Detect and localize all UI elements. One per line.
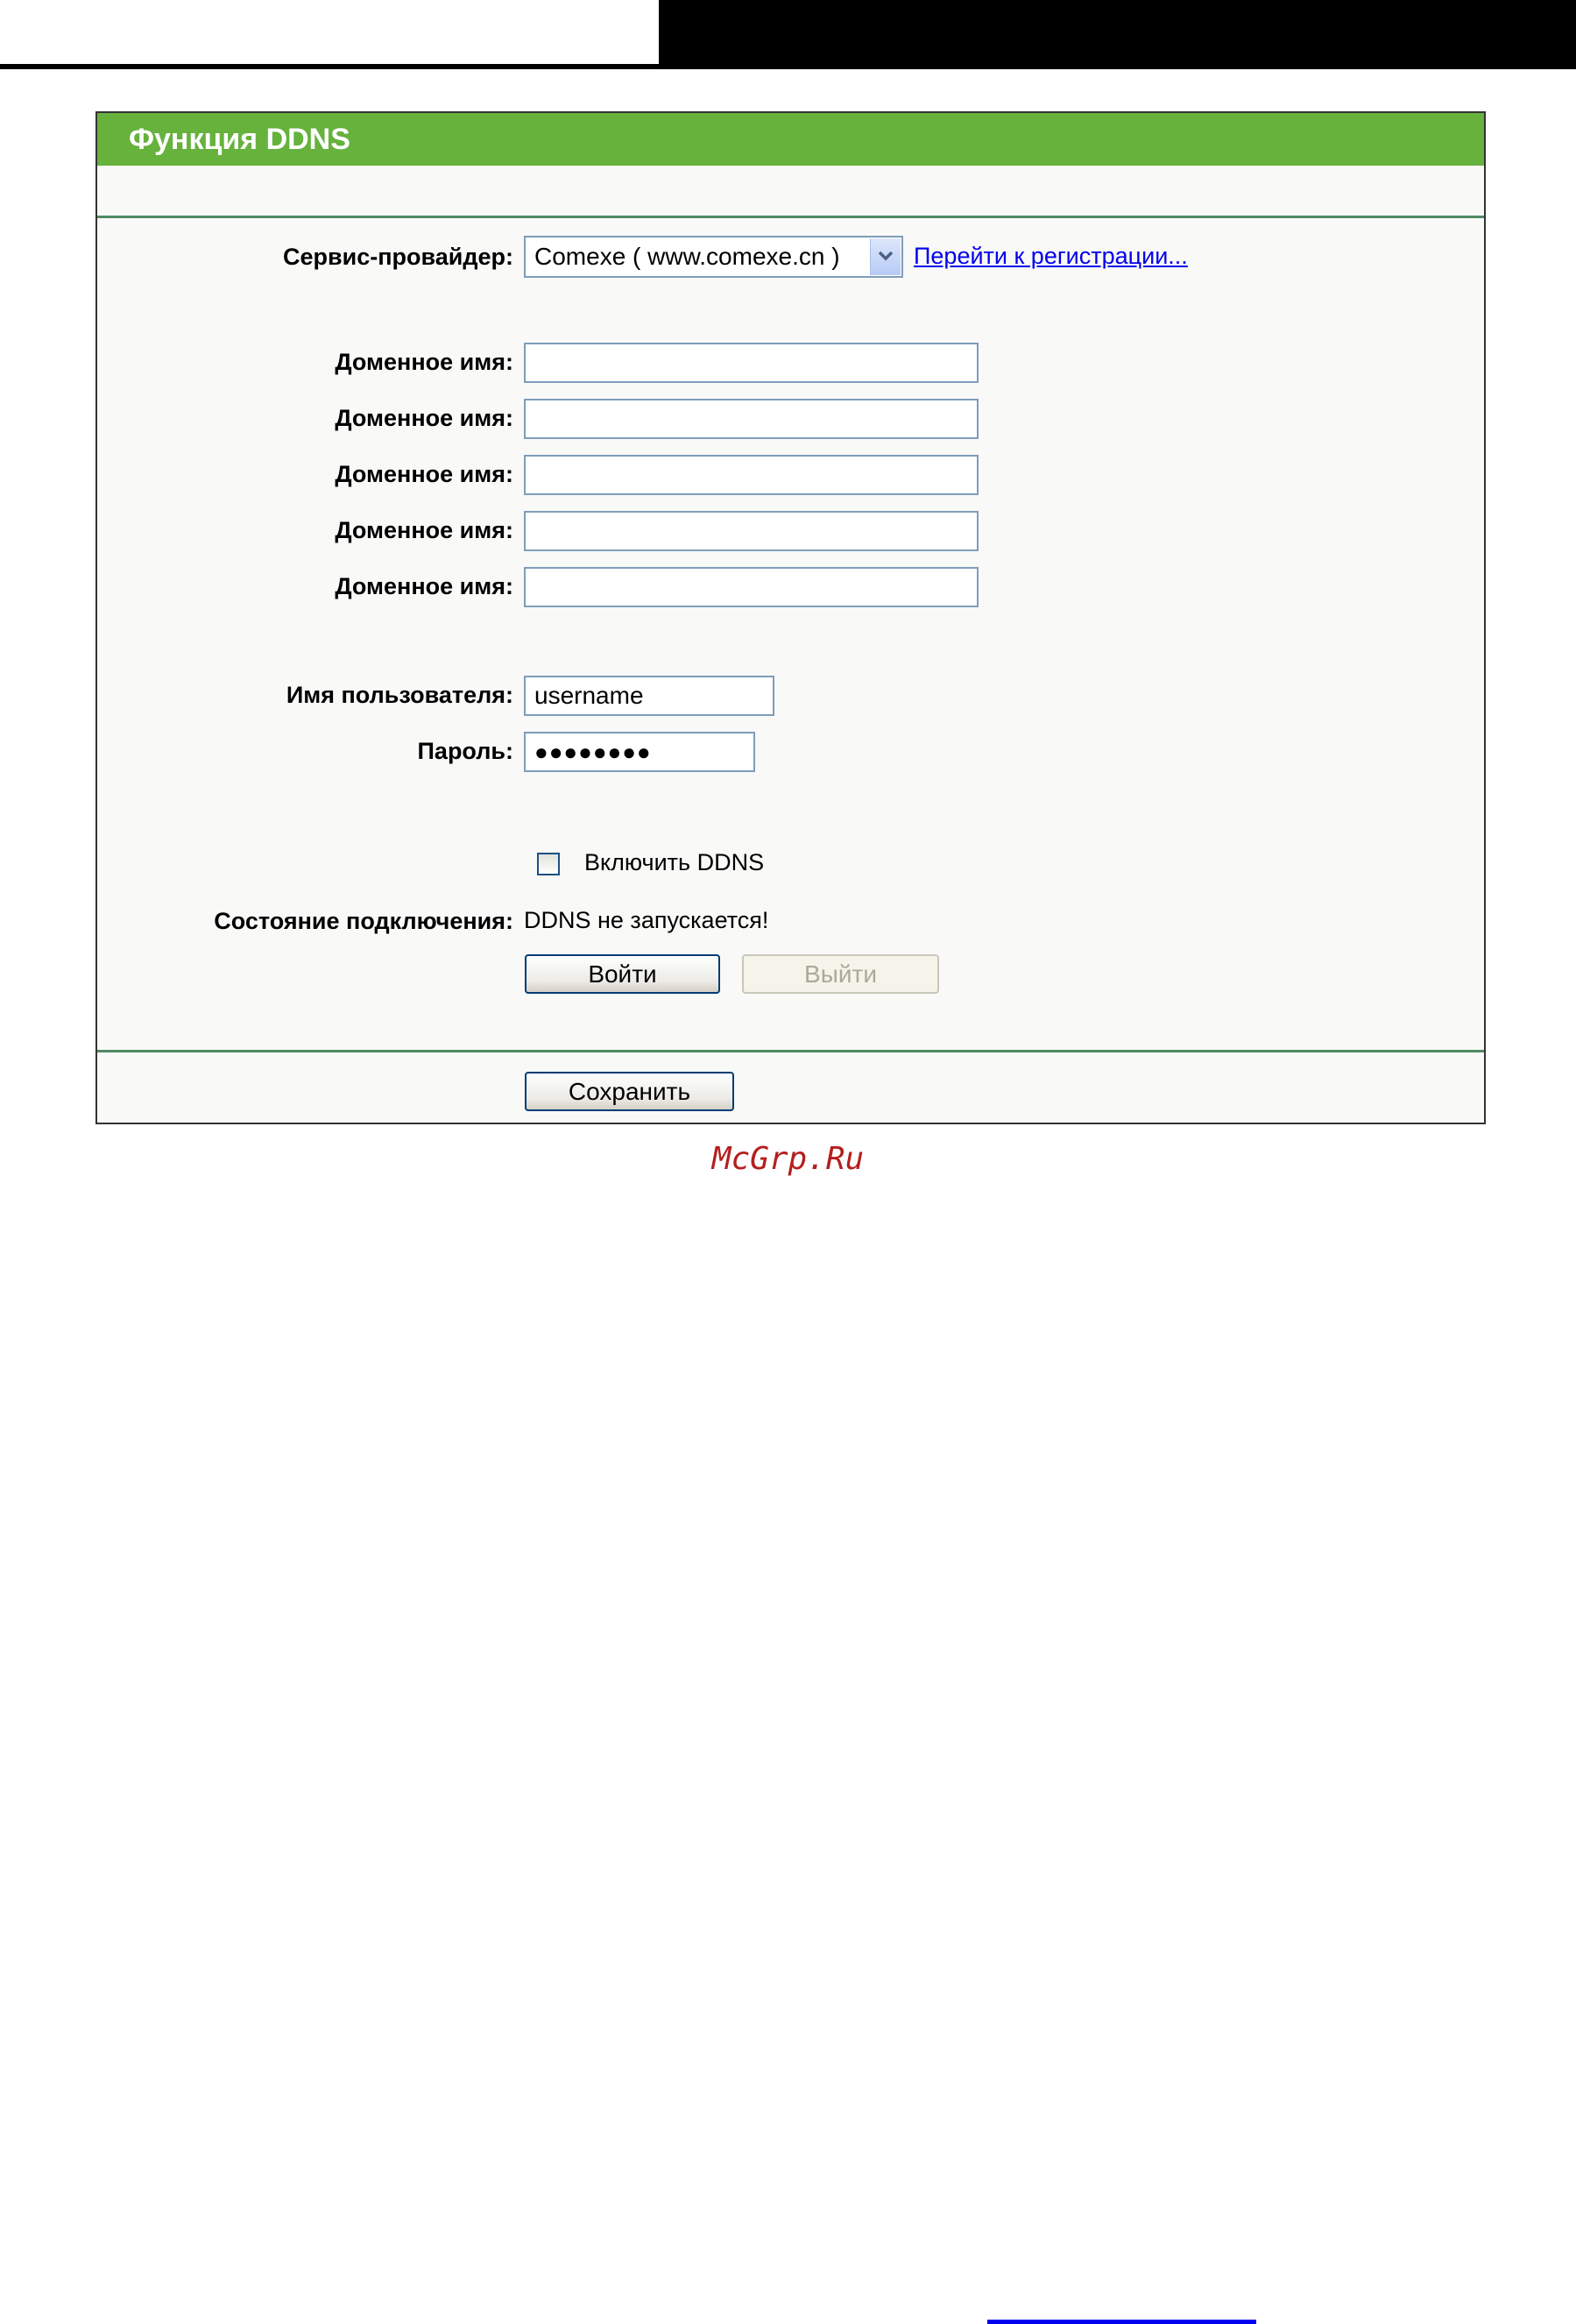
domain-input-5[interactable] <box>524 567 979 607</box>
divider-top <box>97 216 1484 218</box>
watermark: McGrp.Ru <box>711 1141 865 1177</box>
domain-input-3[interactable] <box>524 455 979 495</box>
ddns-panel: Функция DDNS Сервис-провайдер: Comexe ( … <box>95 111 1486 1124</box>
domain-label-3: Доменное имя: <box>335 461 513 487</box>
username-label: Имя пользователя: <box>286 682 513 708</box>
enable-ddns-checkbox[interactable] <box>537 853 560 875</box>
save-button[interactable]: Сохранить <box>525 1072 734 1111</box>
chevron-down-icon <box>878 251 894 261</box>
page-header-rule <box>0 64 1576 69</box>
panel-title: Функция DDNS <box>97 113 1484 166</box>
provider-selected-value: Comexe ( www.comexe.cn ) <box>534 243 840 270</box>
domain-input-1[interactable] <box>524 343 979 383</box>
provider-label: Сервис-провайдер: <box>283 244 513 270</box>
domain-input-2[interactable] <box>524 399 979 439</box>
username-input[interactable] <box>524 676 774 716</box>
domain-label-4: Доменное имя: <box>335 517 513 543</box>
provider-select[interactable]: Comexe ( www.comexe.cn ) <box>524 236 903 278</box>
status-label: Состояние подключения: <box>214 908 513 934</box>
domain-label-5: Доменное имя: <box>335 573 513 599</box>
domain-label-1: Доменное имя: <box>335 349 513 375</box>
logout-button[interactable]: Выйти <box>742 954 939 994</box>
divider-bottom <box>97 1050 1484 1052</box>
status-value: DDNS не запускается! <box>524 907 769 933</box>
domain-input-4[interactable] <box>524 511 979 551</box>
password-input[interactable]: ●●●●●●●● <box>524 732 755 772</box>
footer-link-underline <box>987 2320 1256 2324</box>
password-label: Пароль: <box>417 738 513 764</box>
page-header-block <box>659 0 1576 64</box>
dropdown-button[interactable] <box>870 238 901 275</box>
domain-label-2: Доменное имя: <box>335 405 513 431</box>
enable-ddns-label: Включить DDNS <box>584 849 765 875</box>
register-link[interactable]: Перейти к регистрации... <box>914 243 1188 270</box>
login-button[interactable]: Войти <box>525 954 720 994</box>
